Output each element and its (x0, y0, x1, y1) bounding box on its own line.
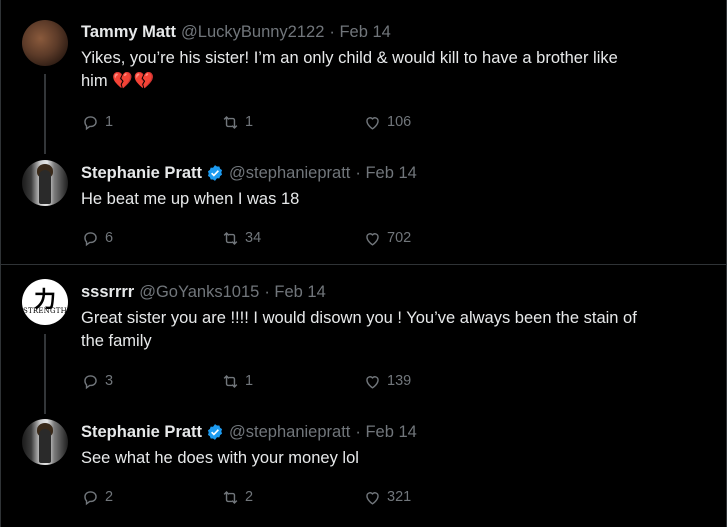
handle[interactable]: @GoYanks1015 (139, 282, 259, 302)
reply-button[interactable]: 6 (81, 228, 113, 248)
timestamp[interactable]: · Feb 14 (355, 422, 416, 442)
tweet-actions: 6 34 702 (81, 228, 581, 248)
tweet-text: See what he does with your money lol (81, 447, 711, 470)
tweet-header: Stephanie Pratt @stephaniepratt · Feb 14 (81, 422, 417, 442)
handle[interactable]: @stephaniepratt (229, 163, 350, 183)
thread-connector (44, 74, 46, 154)
retweet-button[interactable]: 1 (221, 371, 253, 391)
heart-icon (366, 232, 379, 246)
reply-button[interactable]: 1 (81, 112, 113, 132)
retweet-icon (223, 231, 238, 245)
display-name[interactable]: Tammy Matt (81, 22, 176, 42)
reply-count: 3 (105, 373, 114, 389)
reply-icon (84, 490, 97, 505)
like-count: 139 (387, 373, 412, 389)
heart-icon (366, 491, 379, 505)
tweet-text-line: He beat me up when I was 18 (81, 190, 300, 208)
handle[interactable]: @LuckyBunny2122 (181, 22, 324, 42)
reply-icon (84, 231, 97, 246)
timestamp[interactable]: · Feb 14 (264, 282, 325, 302)
tweet-text-line-end: him (81, 72, 108, 90)
avatar[interactable] (22, 419, 68, 465)
tweet-text-line: him 💔💔 (81, 70, 711, 93)
tweet-text-line: the family (81, 332, 152, 350)
retweet-icon (223, 115, 238, 129)
retweet-button[interactable]: 34 (221, 228, 261, 248)
avatar-figure (39, 170, 51, 204)
conversation-divider (1, 264, 726, 265)
reply-icon (84, 115, 97, 130)
retweet-button[interactable]: 1 (221, 112, 253, 132)
tweet-text-line: See what he does with your money lol (81, 449, 359, 467)
like-count: 106 (387, 114, 412, 130)
retweet-count: 34 (245, 230, 262, 246)
reply-button[interactable]: 3 (81, 371, 113, 391)
heart-icon (366, 375, 379, 389)
tweet-header: sssrrrr @GoYanks1015 · Feb 14 (81, 282, 326, 302)
tweet-actions: 1 1 106 (81, 112, 581, 132)
tweet-text: Yikes, you’re his sister! I’m an only ch… (81, 47, 711, 93)
timestamp[interactable]: · Feb 14 (329, 22, 390, 42)
tweet-text-line: Great sister you are !!!! I would disown… (81, 309, 637, 327)
tweet-header: Stephanie Pratt @stephaniepratt · Feb 14 (81, 163, 417, 183)
broken-heart-emoji: 💔💔 (112, 72, 156, 90)
timestamp[interactable]: · Feb 14 (355, 163, 416, 183)
retweet-icon (223, 490, 238, 504)
avatar-word: STRENGTH (23, 307, 67, 315)
like-count: 702 (387, 230, 412, 246)
tweet-actions: 3 1 139 (81, 371, 581, 391)
avatar[interactable] (22, 160, 68, 206)
like-button[interactable]: 321 (363, 487, 411, 507)
thread-connector (44, 334, 46, 414)
reply-icon (84, 374, 97, 389)
display-name[interactable]: Stephanie Pratt (81, 163, 202, 183)
tweet-text: He beat me up when I was 18 (81, 188, 711, 211)
reply-button[interactable]: 2 (81, 487, 113, 507)
tweet-header: Tammy Matt @LuckyBunny2122 · Feb 14 (81, 22, 391, 42)
like-button[interactable]: 139 (363, 371, 411, 391)
like-button[interactable]: 106 (363, 112, 411, 132)
reply-count: 6 (105, 230, 114, 246)
verified-badge-icon (207, 165, 223, 181)
heart-icon (366, 116, 379, 130)
avatar[interactable]: 力 STRENGTH (22, 279, 68, 325)
like-button[interactable]: 702 (363, 228, 411, 248)
tweet-text: Great sister you are !!!! I would disown… (81, 307, 711, 353)
retweet-button[interactable]: 2 (221, 487, 253, 507)
handle[interactable]: @stephaniepratt (229, 422, 350, 442)
retweet-count: 1 (245, 373, 254, 389)
retweet-icon (223, 374, 238, 388)
reply-count: 2 (105, 489, 114, 505)
verified-badge-icon (207, 424, 223, 440)
avatar[interactable] (22, 20, 68, 66)
tweet-text-line: Yikes, you’re his sister! I’m an only ch… (81, 49, 618, 67)
reply-count: 1 (105, 114, 114, 130)
display-name[interactable]: sssrrrr (81, 282, 134, 302)
avatar-figure (39, 429, 51, 463)
retweet-count: 1 (245, 114, 254, 130)
display-name[interactable]: Stephanie Pratt (81, 422, 202, 442)
like-count: 321 (387, 489, 412, 505)
tweet-actions: 2 2 321 (81, 487, 581, 507)
retweet-count: 2 (245, 489, 254, 505)
